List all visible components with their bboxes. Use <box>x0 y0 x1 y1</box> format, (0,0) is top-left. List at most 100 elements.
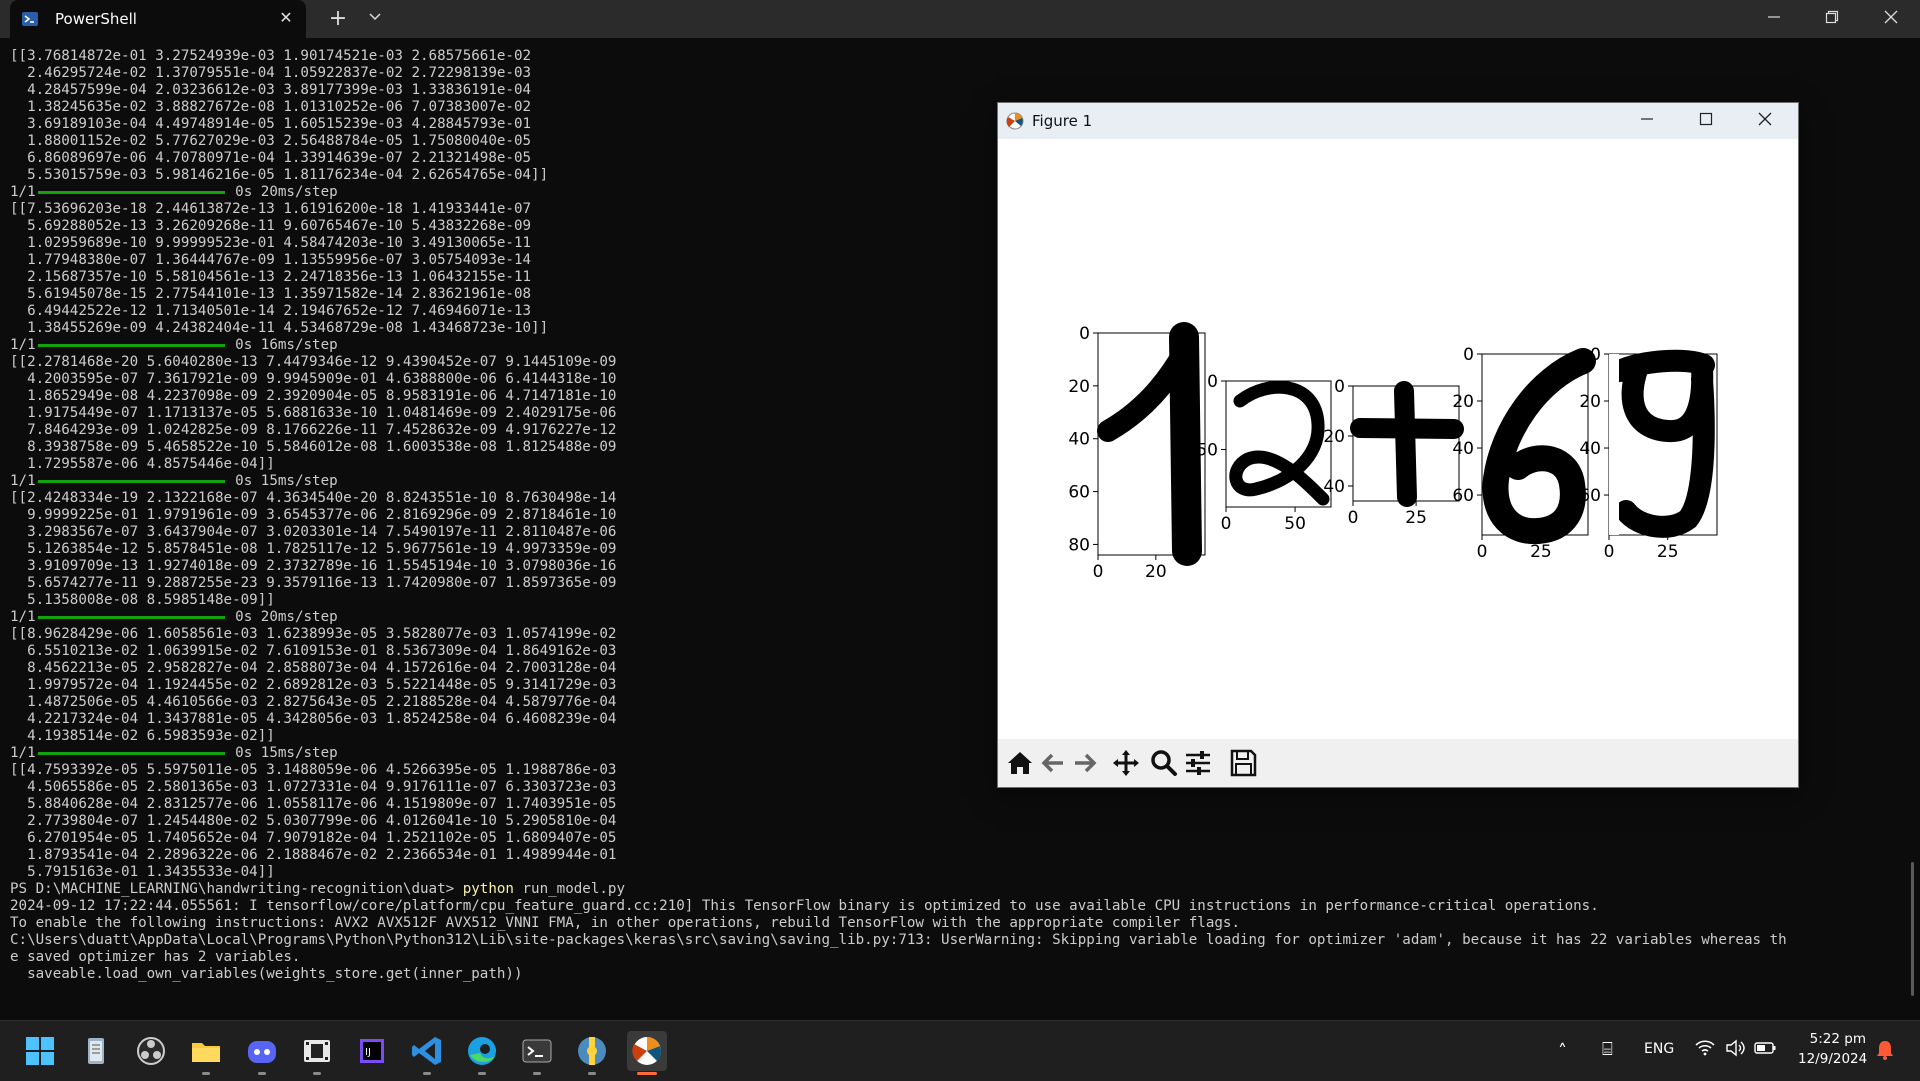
new-tab-button[interactable]: + <box>324 6 352 32</box>
terminal-icon[interactable] <box>517 1031 557 1075</box>
window-titlebar: PowerShell ✕ + <box>0 0 1920 38</box>
terminal-line: e saved optimizer has 2 variables. <box>10 949 301 965</box>
restore-button[interactable] <box>1803 0 1861 38</box>
x-tick-label: 25 <box>1405 508 1427 528</box>
tab-powershell[interactable]: PowerShell ✕ <box>10 0 306 38</box>
terminal-line: 2.7739804e-07 1.2454480e-02 5.0307799e-0… <box>10 813 617 829</box>
subplot-3: 0 25 0 20 40 <box>1323 377 1464 528</box>
y-tick-label: 40 <box>1068 430 1090 450</box>
tab-close-icon[interactable]: ✕ <box>275 7 297 29</box>
progress-bar <box>37 615 225 619</box>
terminal-line: 5.8840628e-04 2.8312577e-06 1.0558117e-0… <box>10 796 617 812</box>
y-tick-label: 60 <box>1068 483 1090 503</box>
y-tick-label: 0 <box>1463 345 1474 365</box>
progress-bar <box>37 479 225 483</box>
terminal-line: [[3.76814872e-01 3.27524939e-03 1.901745… <box>10 48 532 64</box>
discord-icon[interactable] <box>242 1031 282 1075</box>
y-tick-label: 60 <box>1579 486 1601 506</box>
clock-time[interactable]: 5:22 pm <box>1798 1031 1866 1047</box>
y-tick-label: 40 <box>1579 439 1601 459</box>
ime-icon[interactable]: ⌸ <box>1602 1039 1613 1060</box>
x-tick-label: 25 <box>1657 542 1679 562</box>
svg-text:IJ: IJ <box>365 1047 371 1058</box>
vscode-icon[interactable] <box>407 1031 447 1075</box>
x-tick-label: 20 <box>1145 562 1167 582</box>
windows-start-icon[interactable] <box>20 1031 60 1071</box>
volume-icon[interactable] <box>1724 1037 1746 1063</box>
matplotlib-icon[interactable] <box>627 1031 667 1075</box>
tab-dropdown-icon[interactable] <box>362 6 388 32</box>
python-icon[interactable] <box>572 1031 612 1075</box>
terminal-line: 1.8793541e-04 2.2896322e-06 2.1888467e-0… <box>10 847 617 863</box>
figure-minimize-button[interactable] <box>1618 103 1676 139</box>
tray-overflow-icon[interactable]: ˄ <box>1558 1041 1567 1062</box>
clock-date[interactable]: 12/9/2024 <box>1798 1051 1867 1067</box>
y-tick-label: 20 <box>1323 427 1345 447</box>
x-tick-label: 0 <box>1348 508 1359 528</box>
y-tick-label: 0 <box>1334 377 1345 397</box>
terminal-line: PS D:\MACHINE_LEARNING\handwriting-recog… <box>10 881 626 897</box>
figure-close-button[interactable] <box>1736 103 1794 139</box>
y-tick-label: 0 <box>1207 372 1218 392</box>
y-tick-label: 0 <box>1590 345 1601 365</box>
subplot-2: 0 50 0 50 <box>1196 372 1332 534</box>
notification-bell-icon[interactable] <box>1875 1039 1895 1065</box>
minimize-button[interactable] <box>1745 0 1803 38</box>
figure-titlebar: Figure 1 <box>998 103 1798 139</box>
y-tick-label: 20 <box>1068 377 1090 397</box>
terminal-line: saveable.load_own_variables(weights_stor… <box>10 966 523 982</box>
y-tick-label: 80 <box>1068 535 1090 555</box>
y-tick-label: 50 <box>1196 440 1218 460</box>
figure-canvas[interactable]: 0 20020406080 0 50050 0 2502040 0 250204060 … <box>998 139 1798 739</box>
taskbar: IJ ˄ ⌸ ENG 5:22 pm 12/9/2024 <box>0 1020 1920 1081</box>
notepad-icon[interactable] <box>76 1031 116 1071</box>
configure-subplots-icon[interactable] <box>1182 747 1214 779</box>
matplotlib-icon <box>1006 112 1024 130</box>
terminal-line: 5.7915163e-01 1.3435533e-04]] <box>10 864 275 880</box>
y-tick-label: 20 <box>1579 392 1601 412</box>
obs-icon[interactable] <box>131 1031 171 1071</box>
progress-bar <box>37 751 225 755</box>
wifi-icon[interactable] <box>1694 1037 1716 1064</box>
y-tick-label: 0 <box>1079 324 1090 344</box>
pan-icon[interactable] <box>1110 747 1142 779</box>
subplot-4: 0 25 0 20 40 60 <box>1452 345 1596 562</box>
terminal-line: 6.2701954e-05 1.7405652e-04 7.9079182e-0… <box>10 830 617 846</box>
home-icon[interactable] <box>1004 747 1036 779</box>
language-indicator[interactable]: ENG <box>1644 1041 1674 1057</box>
y-tick-label: 20 <box>1452 392 1474 412</box>
edge-icon[interactable] <box>462 1031 502 1075</box>
y-tick-label: 60 <box>1452 486 1474 506</box>
back-arrow-icon[interactable] <box>1037 747 1069 779</box>
terminal-line: 2024-09-12 17:22:44.055561: I tensorflow… <box>10 898 1599 914</box>
powershell-icon <box>22 11 38 27</box>
file-explorer-icon[interactable] <box>186 1031 226 1075</box>
subplot-1: 0 20 0 20 40 60 80 <box>1068 322 1206 582</box>
figure-title: Figure 1 <box>1032 112 1093 130</box>
terminal-line: To enable the following instructions: AV… <box>10 915 1240 931</box>
save-icon[interactable] <box>1227 747 1259 779</box>
close-window-button[interactable] <box>1862 0 1920 38</box>
y-tick-label: 40 <box>1452 439 1474 459</box>
x-tick-label: 25 <box>1530 542 1552 562</box>
forward-arrow-icon[interactable] <box>1069 747 1101 779</box>
figure-maximize-button[interactable] <box>1677 103 1735 139</box>
zoom-icon[interactable] <box>1148 747 1180 779</box>
x-tick-label: 0 <box>1477 542 1488 562</box>
tab-title: PowerShell <box>55 10 137 28</box>
progress-bar <box>37 343 225 347</box>
video-editor-icon[interactable] <box>297 1031 337 1075</box>
terminal-scrollbar[interactable] <box>1911 862 1914 996</box>
progress-bar <box>37 190 225 194</box>
terminal-line: C:\Users\duatt\AppData\Local\Programs\Py… <box>10 932 1787 948</box>
terminal-line: 4.28457599e-04 2.03236612e-03 3.89177399… <box>10 82 532 98</box>
x-tick-label: 0 <box>1221 514 1232 534</box>
figure-toolbar <box>998 739 1798 787</box>
battery-icon[interactable] <box>1754 1037 1778 1063</box>
jetbrains-icon[interactable]: IJ <box>352 1031 392 1071</box>
x-tick-label: 0 <box>1604 542 1615 562</box>
subplot-5: 0 25 0 20 40 60 <box>1579 345 1718 562</box>
figure-window: Figure 1 0 20 0 20 40 60 80 0 50 0 50 0 … <box>997 102 1799 788</box>
terminal-line: 2.46295724e-02 1.37079551e-04 1.05922837… <box>10 65 532 81</box>
x-tick-label: 50 <box>1284 514 1306 534</box>
